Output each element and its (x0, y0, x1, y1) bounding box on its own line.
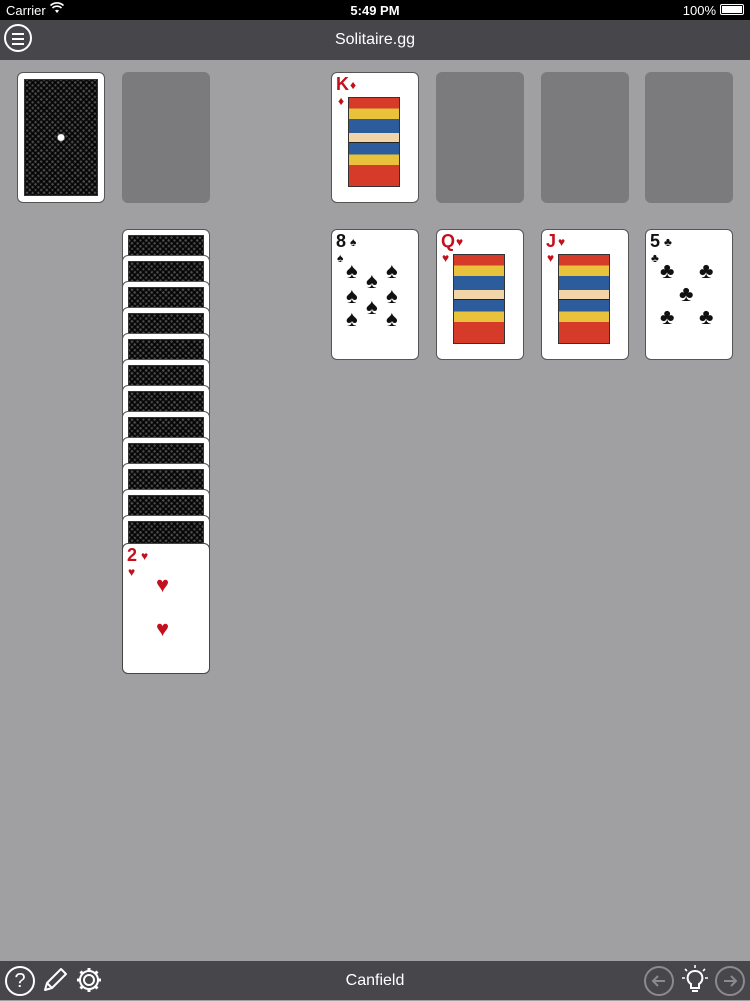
king-face-icon (348, 97, 400, 187)
card-rank: Q (441, 231, 456, 251)
queen-face-icon (453, 254, 505, 344)
spade-icon: ♠ (366, 268, 378, 293)
battery-icon (720, 4, 744, 15)
stock-pile[interactable] (17, 72, 105, 203)
heart-icon: ♥ (558, 235, 566, 249)
redo-arrow-icon[interactable] (715, 966, 745, 996)
diamond-icon: ♦ (350, 78, 357, 92)
jack-face-icon (558, 254, 610, 344)
spade-icon: ♠ (386, 258, 398, 283)
club-icon: ♣ (660, 304, 675, 329)
club-icon: ♣ (679, 281, 694, 306)
spade-icon: ♠ (346, 283, 358, 308)
card-rank: 5 (650, 231, 661, 251)
waste-slot-empty[interactable] (122, 72, 210, 203)
foundation-slot-empty[interactable] (645, 72, 733, 203)
heart-icon: ♥ (141, 549, 149, 563)
tableau-card-j-hearts[interactable]: J ♥ ♥ (541, 229, 629, 360)
spade-icon: ♠ (350, 235, 357, 249)
club-icon: ♣ (664, 235, 672, 249)
spade-icon: ♠ (337, 251, 344, 265)
heart-icon: ♥ (547, 251, 555, 265)
foundation-card[interactable]: K ♦ ♦ (331, 72, 419, 203)
club-icon: ♣ (699, 304, 714, 329)
game-name: Canfield (345, 972, 405, 989)
heart-icon: ♥ (456, 235, 464, 249)
status-bar: Carrier 5:49 PM 100% (0, 0, 750, 20)
undo-arrow-icon[interactable] (644, 966, 674, 996)
tableau-card-8-spades[interactable]: 8 ♠ ♠ ♠ ♠ ♠ ♠ ♠ ♠ ♠ ♠ (331, 229, 419, 360)
card-rank: J (546, 231, 557, 251)
heart-icon: ♥ (128, 565, 136, 579)
card-back-icon (24, 79, 98, 196)
card-rank: 2 (127, 545, 138, 565)
club-icon: ♣ (699, 258, 714, 283)
tableau-card-5-clubs[interactable]: 5 ♣ ♣ ♣ ♣ ♣ ♣ ♣ (645, 229, 733, 360)
spade-icon: ♠ (346, 258, 358, 283)
nav-bar: Solitaire.gg (0, 20, 750, 60)
foundation-slot-empty[interactable] (436, 72, 524, 203)
tableau-card-q-hearts[interactable]: Q ♥ ♥ (436, 229, 524, 360)
card-rank: 8 (336, 231, 347, 251)
heart-icon: ♥ (156, 572, 170, 597)
spade-icon: ♠ (386, 283, 398, 308)
diamond-icon: ♦ (338, 94, 345, 108)
card-rank: K (336, 74, 349, 94)
spade-icon: ♠ (346, 306, 358, 331)
clock: 5:49 PM (350, 3, 400, 18)
spade-icon: ♠ (366, 294, 378, 319)
heart-icon: ♥ (442, 251, 450, 265)
bottom-toolbar: ? Canfield (0, 961, 750, 1000)
hint-lightbulb-icon[interactable] (680, 964, 710, 1001)
spade-icon: ♠ (386, 306, 398, 331)
foundation-slot-empty[interactable] (541, 72, 629, 203)
reserve-top-card[interactable]: 2 ♥ ♥ ♥ ♥ (122, 543, 210, 674)
app-title: Solitaire.gg (334, 31, 416, 48)
heart-icon: ♥ (156, 616, 170, 641)
battery-percent: 100% (682, 3, 716, 18)
club-icon: ♣ (660, 258, 675, 283)
club-icon: ♣ (651, 251, 659, 265)
